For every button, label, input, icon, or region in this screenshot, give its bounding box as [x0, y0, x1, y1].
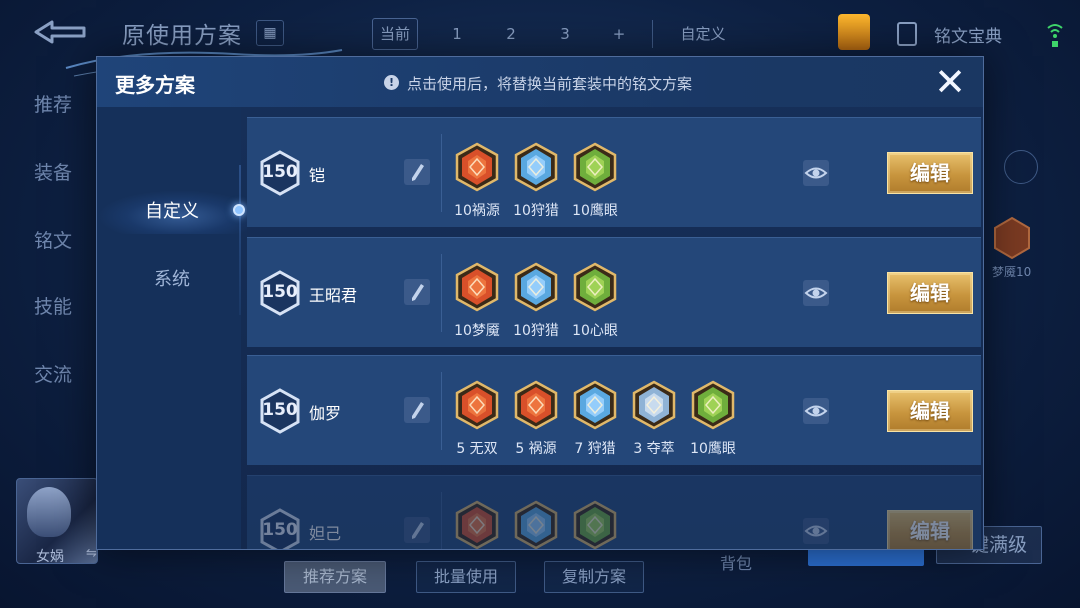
close-button[interactable]: ✕	[932, 63, 968, 101]
tab-slot-3[interactable]: 3	[548, 18, 582, 50]
avatar-face	[27, 487, 71, 537]
side-nav-runes[interactable]: 铭文	[34, 226, 72, 253]
rename-brush-icon[interactable]	[404, 279, 430, 305]
rune-count-label: 10鹰眼	[572, 203, 618, 219]
scheme-hero-name: 妲己	[309, 524, 342, 543]
info-icon: !	[384, 75, 399, 90]
hero-mini-icon[interactable]	[838, 14, 870, 50]
tab-custom-schemes[interactable]: 自定义	[97, 190, 247, 234]
rune-icon	[994, 216, 1030, 260]
scheme-category-tabs: 自定义 系统	[97, 107, 247, 549]
level-badge: 150	[259, 150, 301, 196]
red-rune-icon[interactable]	[453, 500, 501, 550]
rune-count-label: 10狩猎	[513, 323, 559, 339]
dialog-title: 更多方案	[115, 73, 195, 97]
scheme-row[interactable]: 150 铠 10祸源 10狩猎 10鹰眼 编辑	[247, 117, 981, 227]
scheme-row[interactable]: 150 妲己 编辑	[247, 475, 981, 550]
preview-eye-icon[interactable]	[803, 160, 829, 186]
rune-count-label: 10狩猎	[513, 203, 559, 219]
batch-use-button[interactable]: 批量使用	[416, 561, 516, 593]
menu-icon[interactable]	[1004, 150, 1038, 184]
rune-count-label: 10梦魇	[454, 323, 500, 339]
blue-rune-icon[interactable]	[512, 500, 560, 550]
level-badge: 150	[259, 508, 301, 549]
red-rune-icon[interactable]	[453, 142, 501, 192]
red-rune-icon[interactable]	[512, 380, 560, 430]
level-number: 150	[262, 162, 298, 182]
dialog-hint: 点击使用后，将替换当前套装中的铭文方案	[407, 75, 693, 93]
rune-count-label: 10祸源	[454, 203, 500, 219]
tab-slot-1[interactable]: 1	[440, 18, 474, 50]
tab-add[interactable]: +	[602, 18, 636, 50]
rename-brush-icon[interactable]	[404, 159, 430, 185]
green-rune-icon[interactable]	[571, 262, 619, 312]
side-nav-equipment[interactable]: 装备	[34, 158, 72, 185]
tab-slot-2[interactable]: 2	[494, 18, 528, 50]
rune-count-label: 7 狩猎	[574, 441, 616, 457]
row-divider	[441, 134, 442, 212]
level-badge: 150	[259, 388, 301, 434]
scheme-hero-name: 王昭君	[309, 286, 358, 305]
red-rune-icon[interactable]	[453, 380, 501, 430]
copy-scheme-button[interactable]: 复制方案	[544, 561, 644, 593]
blue-rune-icon[interactable]	[630, 380, 678, 430]
hero-name: 女娲	[36, 549, 64, 565]
row-divider	[441, 372, 442, 450]
preview-eye-icon[interactable]	[803, 518, 829, 544]
back-arrow-icon[interactable]	[30, 18, 90, 46]
wifi-icon	[1047, 24, 1063, 47]
green-rune-icon[interactable]	[571, 142, 619, 192]
grid-icon[interactable]: ▦	[256, 20, 284, 46]
tab-current[interactable]: 当前	[372, 18, 418, 50]
tab-custom[interactable]: 自定义	[668, 18, 738, 50]
rune-count-label: 10鹰眼	[690, 441, 736, 457]
scheme-row[interactable]: 150 伽罗 5 无双 5 祸源 7 狩猎 3 夺萃 10鹰眼 编辑	[247, 355, 981, 465]
active-tab-indicator	[233, 204, 245, 216]
row-divider	[441, 492, 442, 549]
side-rune-label: 梦魇10	[992, 265, 1032, 279]
book-icon[interactable]	[897, 22, 917, 46]
edit-scheme-button[interactable]: 编辑	[887, 152, 973, 194]
blue-rune-icon[interactable]	[512, 142, 560, 192]
tab-system-schemes[interactable]: 系统	[97, 258, 247, 302]
rune-count-label: 5 祸源	[515, 441, 557, 457]
level-number: 150	[262, 520, 298, 540]
scheme-hero-name: 伽罗	[309, 404, 342, 423]
rune-count-label: 3 夺萃	[633, 441, 675, 457]
more-schemes-dialog: 更多方案 ! 点击使用后，将替换当前套装中的铭文方案 ✕ 自定义 系统 150 铠…	[96, 56, 984, 550]
scheme-hero-name: 铠	[309, 166, 326, 185]
edit-scheme-button[interactable]: 编辑	[887, 510, 973, 549]
red-rune-icon[interactable]	[453, 262, 501, 312]
recommend-scheme-button[interactable]: 推荐方案	[284, 561, 386, 593]
level-number: 150	[262, 282, 298, 302]
green-rune-icon[interactable]	[571, 500, 619, 550]
rune-treasure-link[interactable]: 铭文宝典	[934, 22, 1002, 47]
green-rune-icon[interactable]	[689, 380, 737, 430]
rename-brush-icon[interactable]	[404, 397, 430, 423]
divider	[652, 20, 653, 48]
page-title: 原使用方案	[122, 23, 242, 49]
preview-eye-icon[interactable]	[803, 280, 829, 306]
blue-rune-icon[interactable]	[571, 380, 619, 430]
side-nav-community[interactable]: 交流	[34, 360, 72, 387]
row-divider	[441, 254, 442, 332]
rune-count-label: 5 无双	[456, 441, 498, 457]
bag-label[interactable]: 背包	[720, 550, 752, 574]
level-number: 150	[262, 400, 298, 420]
scheme-row[interactable]: 150 王昭君 10梦魇 10狩猎 10心眼 编辑	[247, 237, 981, 347]
edit-scheme-button[interactable]: 编辑	[887, 272, 973, 314]
level-badge: 150	[259, 270, 301, 316]
edit-scheme-button[interactable]: 编辑	[887, 390, 973, 432]
rune-count-label: 10心眼	[572, 323, 618, 339]
preview-eye-icon[interactable]	[803, 398, 829, 424]
rename-brush-icon[interactable]	[404, 517, 430, 543]
side-nav-skills[interactable]: 技能	[34, 292, 72, 319]
blue-rune-icon[interactable]	[512, 262, 560, 312]
dialog-header: 更多方案 ! 点击使用后，将替换当前套装中的铭文方案 ✕	[97, 57, 983, 107]
